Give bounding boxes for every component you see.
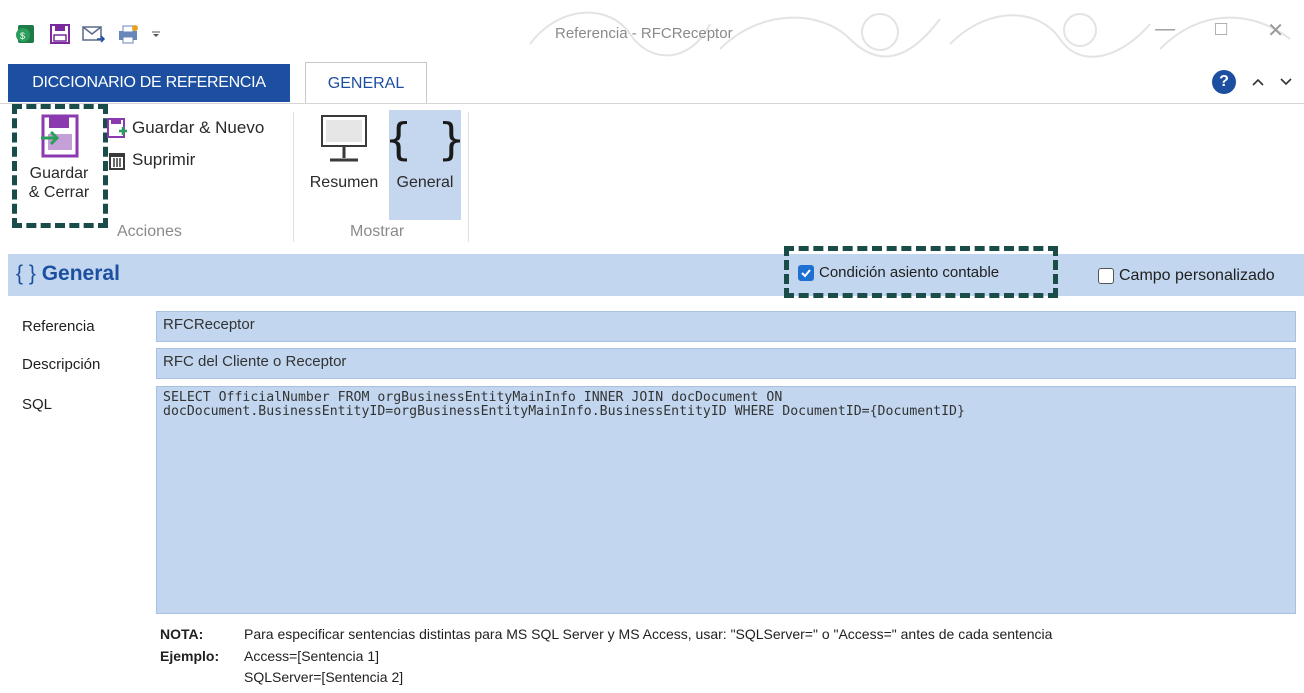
- group-label-show: Mostrar: [350, 223, 405, 240]
- note-text: Para especificar sentencias distintas pa…: [244, 626, 1053, 642]
- accounting-condition-checkbox[interactable]: Condición asiento contable: [798, 264, 999, 281]
- description-label: Descripción: [22, 356, 101, 373]
- checkbox-checked-icon: [798, 264, 814, 281]
- collapse-ribbon-icon[interactable]: [1252, 74, 1264, 90]
- sql-label: SQL: [22, 396, 53, 413]
- summary-label: Resumen: [309, 174, 379, 191]
- delete-label: Suprimir: [132, 150, 196, 169]
- note-row: NOTA:: [160, 626, 203, 642]
- example-line-1: Access=[Sentencia 1]: [244, 648, 380, 664]
- maximize-icon[interactable]: □: [1215, 18, 1227, 43]
- minimize-icon[interactable]: —: [1155, 18, 1175, 43]
- save-close-label-2: & Cerrar: [28, 184, 90, 201]
- save-close-label-1: Guardar: [29, 165, 89, 182]
- reference-label: Referencia: [22, 318, 95, 335]
- save-icon[interactable]: [48, 22, 72, 46]
- save-new-icon: [107, 118, 127, 138]
- quick-access-toolbar: $: [14, 22, 162, 46]
- window-title: Referencia - RFCReceptor: [555, 25, 733, 42]
- svg-text:$: $: [20, 31, 25, 41]
- example-row: Ejemplo:: [160, 648, 219, 664]
- ejemplo-label: Ejemplo:: [160, 648, 220, 664]
- email-icon[interactable]: [82, 22, 106, 46]
- save-new-label: Guardar & Nuevo: [132, 118, 265, 137]
- section-title: { } General: [16, 262, 120, 286]
- reference-field[interactable]: RFCReceptor: [156, 311, 1296, 342]
- expand-ribbon-icon[interactable]: [1280, 74, 1292, 90]
- summary-button[interactable]: Resumen: [303, 112, 385, 218]
- ribbon-right-controls: ?: [1212, 70, 1292, 94]
- braces-icon: { }: [385, 114, 465, 165]
- description-field[interactable]: RFC del Cliente o Receptor: [156, 348, 1296, 379]
- sql-textarea[interactable]: SELECT OfficialNumber FROM orgBusinessEn…: [156, 386, 1296, 614]
- window-controls: — □ ✕: [1155, 18, 1284, 43]
- trash-icon: [109, 153, 125, 170]
- close-icon[interactable]: ✕: [1267, 18, 1284, 43]
- custom-field-checkbox[interactable]: Campo personalizado: [1098, 267, 1275, 285]
- help-icon[interactable]: ?: [1212, 70, 1236, 94]
- app-logo-icon[interactable]: $: [14, 22, 38, 46]
- general-button[interactable]: { } General: [385, 110, 465, 220]
- example-line-2: SQLServer=[Sentencia 2]: [244, 669, 404, 685]
- accounting-condition-label: Condición asiento contable: [819, 264, 1000, 281]
- general-label: General: [396, 174, 454, 191]
- title-bar: $ Referencia - RFCReceptor — □ ✕: [0, 0, 1304, 62]
- save-new-button[interactable]: Guardar & Nuevo: [106, 117, 264, 139]
- group-separator: [293, 112, 294, 242]
- custom-field-label: Campo personalizado: [1119, 267, 1275, 284]
- customize-toolbar-icon[interactable]: [150, 22, 162, 46]
- group-separator: [468, 112, 469, 242]
- section-title-text: General: [41, 262, 120, 285]
- checkbox-empty-icon: [1098, 268, 1114, 284]
- save-close-button[interactable]: Guardar & Cerrar: [18, 112, 100, 222]
- group-label-actions: Acciones: [117, 223, 182, 240]
- tab-general[interactable]: GENERAL: [305, 62, 427, 104]
- save-close-icon: [41, 114, 79, 158]
- section-braces-icon: { }: [16, 262, 36, 285]
- tab-dictionary[interactable]: DICCIONARIO DE REFERENCIA: [8, 64, 290, 102]
- monitor-icon: [321, 115, 367, 162]
- print-icon[interactable]: [116, 22, 140, 46]
- ribbon-tabs: DICCIONARIO DE REFERENCIA GENERAL ?: [0, 62, 1304, 104]
- delete-button[interactable]: Suprimir: [106, 149, 195, 171]
- nota-label: NOTA:: [160, 626, 204, 642]
